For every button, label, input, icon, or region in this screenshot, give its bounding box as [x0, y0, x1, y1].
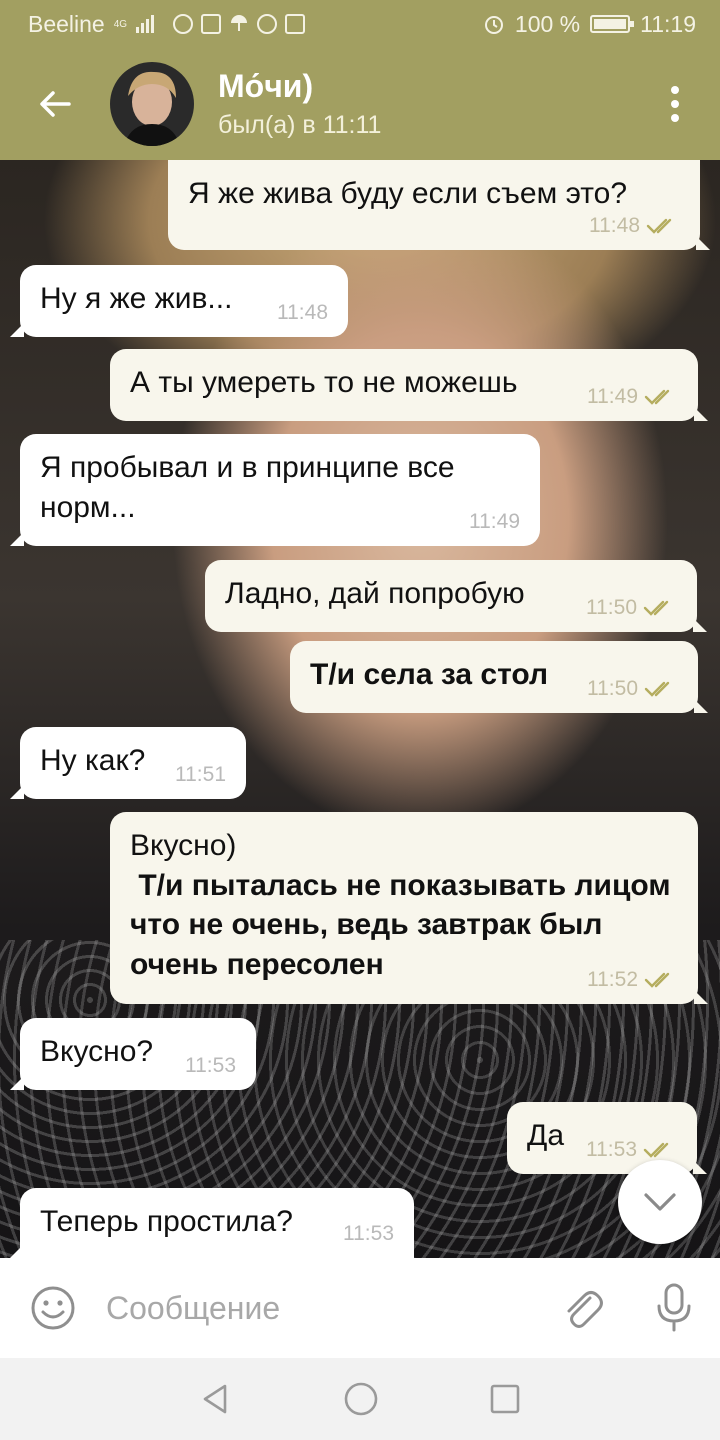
paperclip-icon	[567, 1291, 603, 1328]
last-seen-status: был(а) в 11:11	[218, 111, 382, 139]
nav-home-icon[interactable]	[343, 1381, 379, 1417]
at-notification-icon	[257, 14, 278, 34]
avatar[interactable]	[110, 62, 194, 146]
message-time: 11:50	[587, 675, 678, 703]
chat-title[interactable]: Мо́чи)	[218, 68, 381, 105]
double-check-icon	[646, 218, 672, 234]
message-text: Теперь простила?	[40, 1205, 293, 1238]
message-time: 11:48	[277, 301, 328, 325]
scroll-down-button[interactable]	[618, 1160, 702, 1244]
microphone-button[interactable]	[628, 1282, 720, 1334]
clock: 11:19	[640, 10, 696, 37]
search-notification-icon	[173, 14, 194, 34]
message-input[interactable]	[106, 1289, 536, 1327]
message-bubble-incoming[interactable]: Вкусно? 11:53	[10, 1018, 256, 1090]
message-time: 11:53	[185, 1054, 236, 1078]
back-button[interactable]	[0, 48, 110, 160]
message-text: А ты умереть то не можешь	[130, 366, 518, 399]
message-bubble-incoming[interactable]: Ну как? 11:51	[10, 727, 246, 799]
message-text: Вкусно)	[130, 829, 237, 862]
nav-back-icon[interactable]	[199, 1382, 233, 1416]
gallery-notification-icon	[201, 14, 222, 34]
smiley-icon	[31, 1286, 75, 1330]
double-check-icon	[644, 389, 670, 405]
chevron-down-icon	[644, 1193, 676, 1211]
message-bubble-outgoing[interactable]: А ты умереть то не можешь 11:49	[110, 349, 708, 421]
message-text: Ну как?	[40, 744, 146, 777]
message-bubble-incoming[interactable]: Ну я же жив... 11:48	[10, 265, 348, 337]
message-time: 11:49	[469, 510, 520, 534]
message-text: Я пробывал и в принципе все норм...	[40, 451, 455, 524]
alarm-icon	[484, 16, 503, 34]
umbrella-notification-icon	[231, 15, 248, 31]
message-time: 11:52	[587, 966, 678, 994]
message-text: Я же жива буду если съем это?	[188, 177, 627, 210]
upload-notification-icon	[285, 14, 306, 34]
menu-dot	[671, 100, 679, 108]
message-bubble-incoming[interactable]: Теперь простила? 11:53	[10, 1188, 414, 1258]
message-time: 11:49	[587, 383, 678, 411]
emoji-button[interactable]	[0, 1284, 106, 1332]
message-time: 11:53	[343, 1222, 394, 1246]
signal-icon	[136, 15, 155, 33]
chat-header: Мо́чи) был(а) в 11:11	[0, 48, 720, 160]
message-bubble-incoming[interactable]: Я пробывал и в принципе все норм... 11:4…	[10, 434, 540, 546]
message-text: Ну я же жив...	[40, 282, 233, 315]
message-time: 11:51	[175, 763, 226, 787]
network-type: 4G	[113, 18, 128, 30]
more-menu-button[interactable]	[630, 48, 720, 160]
double-check-icon	[643, 600, 669, 616]
message-bubble-outgoing[interactable]: Я же жива буду если съем это? 11:48	[168, 160, 710, 250]
menu-dot	[671, 114, 679, 122]
message-composer	[0, 1258, 720, 1358]
battery-percent: 100 %	[514, 10, 581, 37]
double-check-icon	[643, 1142, 669, 1158]
double-check-icon	[644, 972, 670, 988]
menu-dot	[671, 86, 679, 94]
message-text: Ладно, дай попробую	[225, 577, 525, 610]
system-nav-bar	[0, 1358, 720, 1440]
message-time: 11:48	[589, 212, 680, 240]
double-check-icon	[644, 681, 670, 697]
battery-icon	[590, 15, 635, 33]
carrier-label: Beeline	[28, 10, 105, 37]
status-bar: Beeline 4G 100 % 11:19	[0, 0, 720, 48]
message-text: Да	[527, 1119, 565, 1152]
message-bubble-outgoing[interactable]: Ладно, дай попробую 11:50	[205, 560, 707, 632]
message-bubble-outgoing[interactable]: Вкусно) Т/и пыталась не показывать лицом…	[110, 812, 708, 1004]
arrow-left-icon	[40, 91, 71, 117]
attach-button[interactable]	[536, 1284, 628, 1332]
microphone-icon	[657, 1283, 691, 1332]
message-bubble-outgoing[interactable]: Т/и села за стол 11:50	[290, 641, 708, 713]
message-time: 11:50	[586, 594, 677, 622]
nav-recents-icon[interactable]	[489, 1383, 521, 1415]
message-text: Т/и села за стол	[310, 658, 549, 691]
message-text: Вкусно?	[40, 1035, 154, 1068]
